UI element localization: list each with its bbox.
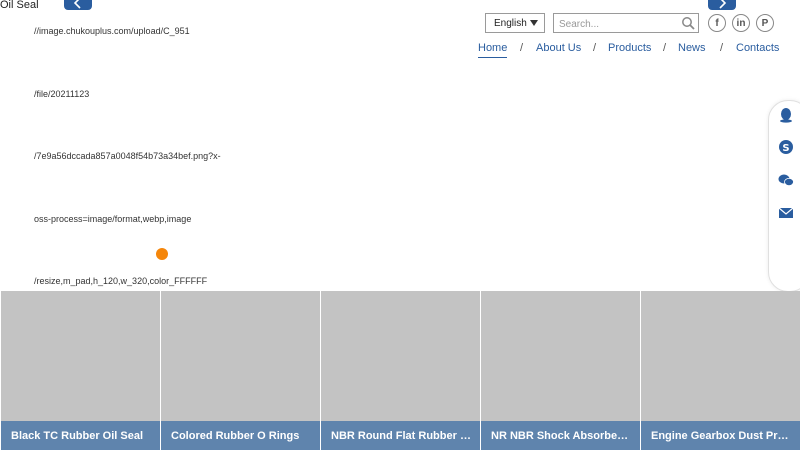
svg-text:S: S (782, 143, 789, 154)
linkedin-icon[interactable]: in (732, 14, 750, 32)
qq-icon[interactable] (778, 107, 794, 123)
corner-product-label: Oil Seal (0, 0, 39, 11)
product-title[interactable]: NR NBR Shock Absorber Mounts (491, 430, 631, 442)
slider-indicator-dot[interactable] (156, 248, 168, 260)
product-title[interactable]: Engine Gearbox Dust Proof Seals (651, 430, 791, 442)
chevron-left-icon (73, 0, 81, 9)
nav-news[interactable]: News (678, 42, 706, 54)
nav-separator: / (520, 42, 524, 54)
email-icon[interactable] (778, 205, 794, 221)
nav-about-us[interactable]: About Us (536, 42, 581, 54)
product-gallery: Black TC Rubber Oil Seal Colored Rubber … (0, 291, 800, 450)
caret-down-icon (530, 20, 538, 26)
skype-icon[interactable]: S (778, 139, 794, 155)
product-card[interactable]: NBR Round Flat Rubber Gaskets (320, 291, 480, 450)
url-line: //image.chukouplus.com/upload/C_951 (34, 26, 190, 36)
product-card[interactable]: Black TC Rubber Oil Seal (0, 291, 160, 450)
nav-home[interactable]: Home (478, 42, 508, 58)
next-slide-button[interactable] (708, 0, 736, 10)
search-icon[interactable] (681, 16, 695, 30)
prev-slide-button[interactable] (64, 0, 92, 10)
nav-separator: / (663, 42, 667, 54)
url-line: oss-process=image/format,webp,image (34, 213, 192, 224)
nav-products[interactable]: Products (608, 42, 651, 54)
wechat-icon[interactable] (778, 172, 794, 188)
chevron-right-icon (719, 0, 727, 9)
product-card[interactable]: Colored Rubber O Rings (160, 291, 320, 450)
nav-contacts[interactable]: Contacts (736, 42, 779, 54)
facebook-icon[interactable]: f (708, 14, 726, 32)
product-title[interactable]: Black TC Rubber Oil Seal (11, 430, 143, 442)
product-card[interactable]: Engine Gearbox Dust Proof Seals (640, 291, 800, 450)
url-line: /7e9a56dccada857a0048f54b73a34bef.png?x- (34, 151, 221, 161)
language-label: English (494, 17, 527, 29)
language-select[interactable]: English (485, 13, 545, 33)
url-line: /file/20211123 (34, 88, 90, 99)
search-box (553, 13, 699, 34)
nav-separator: / (720, 42, 724, 54)
product-title[interactable]: NBR Round Flat Rubber Gaskets (331, 430, 471, 442)
product-title[interactable]: Colored Rubber O Rings (171, 430, 299, 442)
contact-side-panel: S (768, 100, 800, 292)
nav-separator: / (593, 42, 597, 54)
product-card[interactable]: NR NBR Shock Absorber Mounts (480, 291, 640, 450)
search-input[interactable] (557, 15, 679, 34)
pinterest-icon[interactable]: P (756, 14, 774, 32)
